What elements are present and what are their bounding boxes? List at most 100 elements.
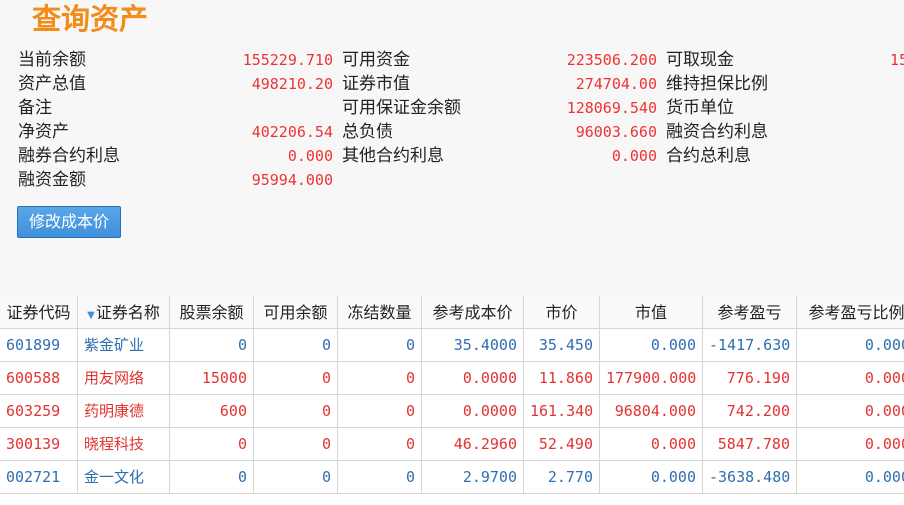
cell-market-price: 35.450 [524, 329, 600, 362]
cell-cost-price: 35.4000 [422, 329, 524, 362]
cell-profit-loss: -1417.630 [703, 329, 797, 362]
summary-label: 可取现金 [666, 50, 734, 70]
summary-value: 128069.540 [566, 99, 657, 117]
cell-available: 0 [254, 329, 338, 362]
summary-value: 223506.200 [566, 51, 657, 69]
cell-available: 0 [254, 362, 338, 395]
cell-market-value: 0.000 [600, 428, 703, 461]
sort-desc-icon: ▼ [87, 310, 95, 321]
cell-cost-price: 2.9700 [422, 461, 524, 494]
asset-query-page: 查询资产 当前余额 155229.710 资产总值 498210.20 备注 净… [0, 0, 904, 505]
cell-stock-balance: 0 [170, 329, 254, 362]
cell-market-value: 0.000 [600, 461, 703, 494]
summary-value: 402206.54 [251, 123, 333, 141]
column-header-market-price[interactable]: 市价 [524, 296, 600, 329]
cell-name: 用友网络 [78, 362, 170, 395]
summary-value: 155229.710 [242, 51, 333, 69]
cell-name: 金一文化 [78, 461, 170, 494]
summary-label: 总负债 [342, 122, 393, 142]
column-header-market-value[interactable]: 市值 [600, 296, 703, 329]
cell-available: 0 [254, 428, 338, 461]
summary-label: 证券市值 [342, 74, 410, 94]
cell-stock-balance: 0 [170, 461, 254, 494]
cell-name: 药明康德 [78, 395, 170, 428]
column-header-code[interactable]: 证券代码 [0, 296, 78, 329]
summary-label: 维持担保比例 [666, 74, 768, 94]
column-header-label: 证券名称 [95, 303, 160, 322]
summary-label: 融券合约利息 [18, 146, 120, 166]
cell-code: 603259 [0, 395, 78, 428]
summary-value: 15 [890, 51, 904, 69]
summary-label: 合约总利息 [666, 146, 751, 166]
cell-available: 0 [254, 461, 338, 494]
summary-label: 净资产 [18, 122, 69, 142]
cell-frozen: 0 [338, 329, 422, 362]
table-header-row: 证券代码 ▼证券名称 股票余额 可用余额 冻结数量 参考成本价 市价 市值 参考… [0, 296, 904, 329]
summary-value: 0.000 [611, 147, 657, 165]
cell-market-value: 0.000 [600, 329, 703, 362]
table-row[interactable]: 601899 紫金矿业 0 0 0 35.4000 35.450 0.000 -1417.630… [0, 329, 904, 362]
summary-label: 可用资金 [342, 50, 410, 70]
column-header-stock-balance[interactable]: 股票余额 [170, 296, 254, 329]
cell-market-value: 177900.000 [600, 362, 703, 395]
cell-name: 晓程科技 [78, 428, 170, 461]
asset-summary: 当前余额 155229.710 资产总值 498210.20 备注 净资产 40… [0, 48, 904, 198]
summary-label: 其他合约利息 [342, 146, 444, 166]
cell-stock-balance: 0 [170, 428, 254, 461]
column-header-frozen[interactable]: 冻结数量 [338, 296, 422, 329]
cell-profit-loss-ratio: 0.000 [797, 395, 904, 428]
cell-code: 600588 [0, 362, 78, 395]
holdings-table: 证券代码 ▼证券名称 股票余额 可用余额 冻结数量 参考成本价 市价 市值 参考… [0, 296, 904, 505]
cell-profit-loss: 742.200 [703, 395, 797, 428]
page-title: 查询资产 [32, 2, 149, 36]
cell-cost-price: 0.0000 [422, 395, 524, 428]
cell-code: 601899 [0, 329, 78, 362]
table-row[interactable]: 603259 药明康德 600 0 0 0.0000 161.340 96804.000 742… [0, 395, 904, 428]
summary-value: 95994.000 [251, 171, 333, 189]
summary-value: 96003.660 [575, 123, 657, 141]
cell-market-price: 161.340 [524, 395, 600, 428]
cell-frozen: 0 [338, 461, 422, 494]
cell-stock-balance: 15000 [170, 362, 254, 395]
summary-value: 274704.00 [575, 75, 657, 93]
cell-profit-loss: 5847.780 [703, 428, 797, 461]
table-row[interactable]: 002721 金一文化 0 0 0 2.9700 2.770 0.000 -3638.480 0.… [0, 461, 904, 494]
cell-profit-loss-ratio: 0.000 [797, 428, 904, 461]
cell-market-price: 52.490 [524, 428, 600, 461]
cell-frozen: 0 [338, 428, 422, 461]
summary-label: 备注 [18, 98, 52, 118]
column-header-profit-loss-ratio[interactable]: 参考盈亏比例 [797, 296, 904, 329]
column-header-name[interactable]: ▼证券名称 [78, 296, 170, 329]
column-header-profit-loss[interactable]: 参考盈亏 [703, 296, 797, 329]
cell-cost-price: 46.2960 [422, 428, 524, 461]
summary-value: 0.000 [287, 147, 333, 165]
summary-label: 可用保证金余额 [342, 98, 461, 118]
cell-profit-loss-ratio: 0.000 [797, 362, 904, 395]
cell-market-value: 96804.000 [600, 395, 703, 428]
summary-value: 498210.20 [251, 75, 333, 93]
column-header-available[interactable]: 可用余额 [254, 296, 338, 329]
cell-cost-price: 0.0000 [422, 362, 524, 395]
cell-profit-loss-ratio: 0.000 [797, 329, 904, 362]
cell-name: 紫金矿业 [78, 329, 170, 362]
cell-available: 0 [254, 395, 338, 428]
cell-frozen: 0 [338, 362, 422, 395]
table-row[interactable]: 300139 晓程科技 0 0 0 46.2960 52.490 0.000 5847.780 0… [0, 428, 904, 461]
column-header-cost-price[interactable]: 参考成本价 [422, 296, 524, 329]
summary-label: 货币单位 [666, 98, 734, 118]
cell-stock-balance: 600 [170, 395, 254, 428]
cell-code: 002721 [0, 461, 78, 494]
cell-market-price: 2.770 [524, 461, 600, 494]
cell-profit-loss: 776.190 [703, 362, 797, 395]
table-row[interactable]: 600588 用友网络 15000 0 0 0.0000 11.860 177900.000 7… [0, 362, 904, 395]
summary-label: 融资合约利息 [666, 122, 768, 142]
cell-profit-loss-ratio: 0.000 [797, 461, 904, 494]
cell-market-price: 11.860 [524, 362, 600, 395]
summary-label: 当前余额 [18, 50, 86, 70]
cell-profit-loss: -3638.480 [703, 461, 797, 494]
summary-label: 融资金额 [18, 170, 86, 190]
cell-frozen: 0 [338, 395, 422, 428]
summary-label: 资产总值 [18, 74, 86, 94]
modify-cost-button[interactable]: 修改成本价 [17, 206, 121, 238]
cell-code: 300139 [0, 428, 78, 461]
